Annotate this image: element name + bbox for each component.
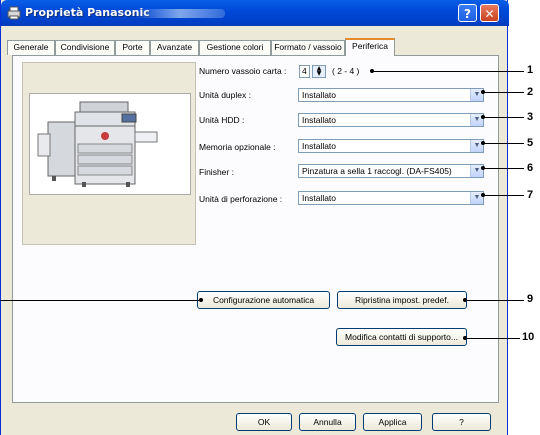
callout-9: 9 [527,293,534,305]
duplex-label: Unità duplex : [199,90,251,100]
callout-line [483,117,524,118]
printer-image-box [22,62,196,245]
callout-1: 1 [527,64,534,76]
tray-range-label: ( 2 - 4 ) [332,66,360,76]
callout-line [0,300,199,301]
ok-button[interactable]: OK [236,413,292,431]
redacted-title-area [135,9,225,18]
callout-5: 5 [527,137,534,149]
help-bottom-button[interactable]: ? [432,413,491,431]
finisher-value: Pinzatura a sella 1 raccogl. (DA-FS405) [302,166,452,176]
tray-count-input[interactable]: 4 [299,65,310,78]
tray-count-spinner[interactable]: ▲ ▼ [312,65,326,78]
restore-defaults-button[interactable]: Ripristina impost. predef. [337,291,467,309]
auto-config-button[interactable]: Configurazione automatica [197,291,330,309]
finisher-label: Finisher : [199,167,234,177]
tab-porte[interactable]: Porte [115,40,150,55]
support-contacts-button[interactable]: Modifica contatti di supporto... [336,328,467,346]
printer-image-frame [29,93,191,195]
tab-formato-vassoio[interactable]: Formato / vassoio [271,40,345,55]
callout-2: 2 [527,86,534,98]
callout-line [483,92,524,93]
memory-label: Memoria opzionale : [199,142,276,152]
help-button[interactable]: ? [458,4,477,22]
punch-value: Installato [302,193,337,203]
callout-line [483,195,524,196]
copier-illustration [30,94,190,194]
hdd-label: Unità HDD : [199,115,245,125]
punch-label: Unità di perforazione : [199,194,283,204]
window-title: Proprietà Panasonic [25,6,150,19]
printer-icon [7,6,21,20]
close-button[interactable]: ✕ [480,4,499,22]
callout-line [483,143,524,144]
tab-generale[interactable]: Generale [7,40,55,55]
callout-line [465,300,524,301]
callout-10: 10 [522,331,535,343]
callout-3: 3 [527,111,534,123]
apply-button[interactable]: Applica [363,413,422,431]
hdd-select[interactable]: Installato ▼ [298,113,484,127]
tray-count-label: Numero vassoio carta : [199,66,287,76]
memory-select[interactable]: Installato ▼ [298,139,484,153]
callout-6: 6 [527,162,534,174]
memory-value: Installato [302,141,337,151]
duplex-select[interactable]: Installato ▼ [298,88,484,102]
tab-gestione-colori[interactable]: Gestione colori [199,40,271,55]
tab-avanzate[interactable]: Avanzate [150,40,199,55]
tab-periferica[interactable]: Periferica [345,38,395,56]
title-bar[interactable]: Proprietà Panasonic ? ✕ [1,0,509,26]
callout-7: 7 [527,189,534,201]
tab-condivisione[interactable]: Condivisione [55,40,115,55]
punch-select[interactable]: Installato ▼ [298,191,484,205]
hdd-value: Installato [302,115,337,125]
cancel-button[interactable]: Annulla [299,413,356,431]
callout-line [483,168,524,169]
finisher-select[interactable]: Pinzatura a sella 1 raccogl. (DA-FS405) … [298,164,484,178]
callout-line [372,71,524,72]
callout-dot [199,298,203,302]
callout-line [465,338,520,339]
duplex-value: Installato [302,90,337,100]
